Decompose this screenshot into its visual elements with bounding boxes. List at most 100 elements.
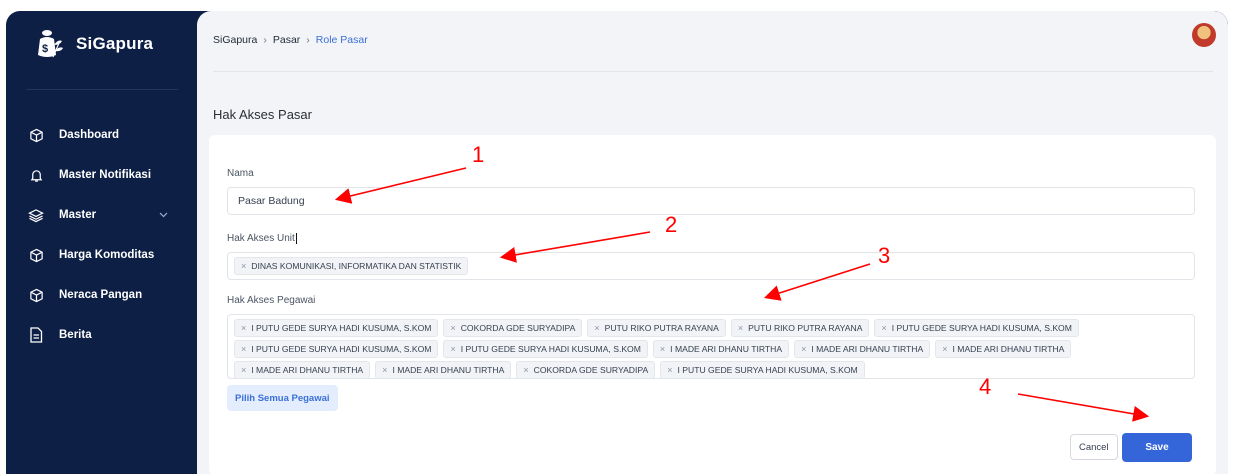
topbar-divider <box>213 71 1213 72</box>
chip-label: I MADE ARI DHANU TIRTHA <box>392 365 505 375</box>
chip-remove-icon[interactable]: × <box>241 365 246 375</box>
chip-remove-icon[interactable]: × <box>801 344 806 354</box>
chip-remove-icon[interactable]: × <box>881 323 886 333</box>
document-icon <box>28 327 44 343</box>
chip: × PUTU RIKO PUTRA RAYANA <box>587 319 726 337</box>
cancel-button[interactable]: Cancel <box>1070 434 1118 460</box>
sidebar-item-dashboard[interactable]: Dashboard <box>6 115 196 155</box>
chip: × I PUTU GEDE SURYA HADI KUSUMA, S.KOM <box>234 319 439 337</box>
sidebar-item-berita[interactable]: Berita <box>6 315 196 355</box>
chip: × DINAS KOMUNIKASI, INFORMATIKA DAN STATI… <box>234 257 469 275</box>
chip: × I MADE ARI DHANU TIRTHA <box>652 340 790 358</box>
sidebar-item-neraca-pangan[interactable]: Neraca Pangan <box>6 275 196 315</box>
chip: × COKORDA GDE SURYADIPA <box>443 319 583 337</box>
breadcrumb-separator: › <box>306 34 310 46</box>
chip-label: I MADE ARI DHANU TIRTHA <box>952 344 1065 354</box>
page-title: Hak Akses Pasar <box>213 107 312 122</box>
nama-value: Pasar Badung <box>238 195 305 207</box>
app-window: $ SiGapura Dashboard Master Notifikasi M… <box>6 11 1228 474</box>
bell-icon <box>28 167 44 183</box>
sidebar-item-label: Harga Komoditas <box>59 249 155 261</box>
chip-remove-icon[interactable]: × <box>450 344 455 354</box>
select-all-pegawai-button[interactable]: Pilih Semua Pegawai <box>227 385 338 411</box>
annotation-label-2: 2 <box>665 212 678 237</box>
chip: × I MADE ARI DHANU TIRTHA <box>794 340 931 358</box>
chip: × PUTU RIKO PUTRA RAYANA <box>730 319 870 337</box>
pegawai-label: Hak Akses Pegawai <box>227 295 316 306</box>
chip-remove-icon[interactable]: × <box>667 365 672 375</box>
chip: × I MADE ARI DHANU TIRTHA <box>935 340 1072 358</box>
chip-label: I MADE ARI DHANU TIRTHA <box>811 344 924 354</box>
chip-remove-icon[interactable]: × <box>241 261 246 271</box>
chip-remove-icon[interactable]: × <box>382 365 387 375</box>
sidebar-item-label: Master Notifikasi <box>59 169 152 181</box>
chip-label: I PUTU GEDE SURYA HADI KUSUMA, S.KOM <box>891 323 1072 333</box>
avatar[interactable] <box>1192 23 1216 47</box>
chip-remove-icon[interactable]: × <box>594 323 599 333</box>
chip-remove-icon[interactable]: × <box>241 344 246 354</box>
chip: × I PUTU GEDE SURYA HADI KUSUMA, S.KOM <box>234 340 439 358</box>
chip-label: PUTU RIKO PUTRA RAYANA <box>604 323 719 333</box>
breadcrumb: SiGapura › Pasar › Role Pasar <box>213 34 368 46</box>
annotation-label-1: 1 <box>472 142 485 167</box>
breadcrumb-item-pasar[interactable]: Pasar <box>273 34 300 46</box>
annotation-label-4: 4 <box>979 374 992 399</box>
sidebar-item-label: Neraca Pangan <box>59 289 143 301</box>
chip-label: I MADE ARI DHANU TIRTHA <box>251 365 364 375</box>
chip-label: PUTU RIKO PUTRA RAYANA <box>748 323 863 333</box>
chip: × I MADE ARI DHANU TIRTHA <box>234 361 371 379</box>
nama-label: Nama <box>227 168 254 179</box>
sidebar-item-label: Master <box>59 209 97 221</box>
unit-label: Hak Akses Unit <box>227 233 297 245</box>
svg-text:$: $ <box>42 43 48 55</box>
layers-icon <box>28 207 44 223</box>
chip: × I PUTU GEDE SURYA HADI KUSUMA, S.KOM <box>874 319 1079 337</box>
chip: × I PUTU GEDE SURYA HADI KUSUMA, S.KOM <box>660 361 865 379</box>
chip: × I MADE ARI DHANU TIRTHA <box>375 361 512 379</box>
unit-multiselect[interactable]: × DINAS KOMUNIKASI, INFORMATIKA DAN STATI… <box>227 252 1195 280</box>
chip-label: DINAS KOMUNIKASI, INFORMATIKA DAN STATIS… <box>251 261 462 271</box>
chip-remove-icon[interactable]: × <box>241 323 246 333</box>
breadcrumb-item-sigapura[interactable]: SiGapura <box>213 34 257 46</box>
nama-input[interactable]: Pasar Badung <box>227 187 1195 215</box>
chip-remove-icon[interactable]: × <box>450 323 455 333</box>
chip-label: I MADE ARI DHANU TIRTHA <box>670 344 783 354</box>
sidebar-item-label: Dashboard <box>59 129 120 141</box>
sidebar-item-label: Berita <box>59 329 92 341</box>
sidebar-item-harga-komoditas[interactable]: Harga Komoditas <box>6 235 196 275</box>
sidebar-divider <box>26 89 178 90</box>
chip: × I PUTU GEDE SURYA HADI KUSUMA, S.KOM <box>443 340 648 358</box>
annotation-label-3: 3 <box>878 243 891 268</box>
chip-label: I PUTU GEDE SURYA HADI KUSUMA, S.KOM <box>677 365 858 375</box>
topbar: SiGapura › Pasar › Role Pasar <box>197 11 1228 71</box>
chip-remove-icon[interactable]: × <box>660 344 665 354</box>
sidebar-item-master[interactable]: Master <box>6 195 196 235</box>
pegawai-multiselect[interactable]: × I PUTU GEDE SURYA HADI KUSUMA, S.KOM × CO… <box>227 314 1195 379</box>
main-content: SiGapura › Pasar › Role Pasar Hak Akses … <box>197 11 1228 474</box>
save-button[interactable]: Save <box>1122 433 1192 462</box>
chip-label: I PUTU GEDE SURYA HADI KUSUMA, S.KOM <box>460 344 641 354</box>
chip-remove-icon[interactable]: × <box>942 344 947 354</box>
breadcrumb-current: Role Pasar <box>315 34 368 46</box>
breadcrumb-separator: › <box>263 34 267 46</box>
chip-label: I PUTU GEDE SURYA HADI KUSUMA, S.KOM <box>251 344 432 354</box>
chip-label: COKORDA GDE SURYADIPA <box>460 323 576 333</box>
unit-chip-list: × DINAS KOMUNIKASI, INFORMATIKA DAN STATI… <box>228 253 1194 281</box>
form-card: Nama Pasar Badung Hak Akses Unit × DINAS … <box>209 135 1216 474</box>
pegawai-chip-list: × I PUTU GEDE SURYA HADI KUSUMA, S.KOM × CO… <box>228 315 1194 385</box>
chip-remove-icon[interactable]: × <box>738 323 743 333</box>
cube-icon <box>28 247 44 263</box>
sidebar-nav: Dashboard Master Notifikasi Master Harga… <box>6 115 196 355</box>
cube-icon <box>28 287 44 303</box>
chip: × COKORDA GDE SURYADIPA <box>516 361 656 379</box>
sidebar: $ SiGapura Dashboard Master Notifikasi M… <box>6 11 196 474</box>
chevron-down-icon[interactable] <box>159 209 168 221</box>
sigapura-logo-icon: $ <box>36 29 64 59</box>
logo[interactable]: $ SiGapura <box>36 29 153 59</box>
chip-label: COKORDA GDE SURYADIPA <box>533 365 649 375</box>
cube-icon <box>28 127 44 143</box>
chip-remove-icon[interactable]: × <box>523 365 528 375</box>
chip-label: I PUTU GEDE SURYA HADI KUSUMA, S.KOM <box>251 323 432 333</box>
sidebar-item-master-notifikasi[interactable]: Master Notifikasi <box>6 155 196 195</box>
app-name: SiGapura <box>76 34 154 53</box>
